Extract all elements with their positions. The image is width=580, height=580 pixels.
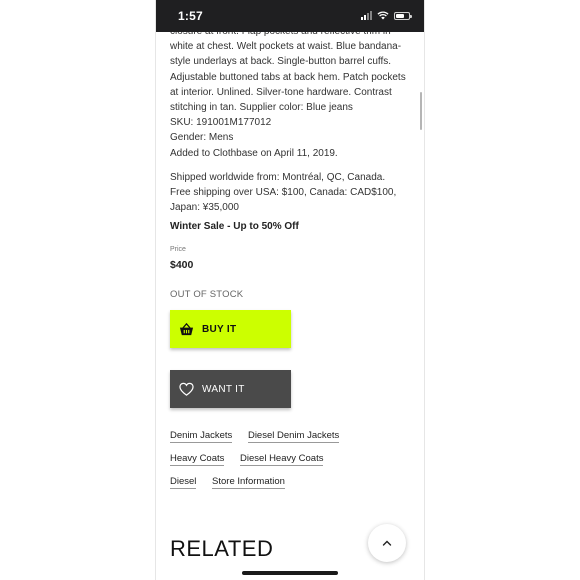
want-it-label: WANT IT — [202, 383, 245, 395]
status-icons — [361, 11, 412, 20]
scroll-to-top-button[interactable] — [368, 524, 406, 562]
home-indicator[interactable] — [242, 571, 338, 575]
wifi-icon — [377, 11, 389, 20]
tag-link[interactable]: Diesel Denim Jackets — [247, 430, 340, 443]
tag-link[interactable]: Denim Jackets — [170, 430, 233, 443]
sale-banner: Winter Sale - Up to 50% Off — [170, 220, 299, 232]
description-line: white at chest. Welt pockets at waist. B… — [170, 41, 402, 53]
tag-row: Heavy Coats Diesel Heavy Coats — [170, 453, 410, 476]
cellular-signal-icon — [361, 11, 372, 20]
scrollbar[interactable] — [420, 92, 422, 130]
gender: Gender: Mens — [170, 132, 234, 144]
sku: SKU: 191001M177012 — [170, 117, 272, 129]
battery-icon — [394, 11, 412, 20]
related-heading: RELATED — [170, 536, 274, 561]
added-date: Added to Clothbase on April 11, 2019. — [170, 147, 338, 159]
description-line: at interior. Unlined. Silver-tone hardwa… — [170, 86, 392, 98]
status-bar: 1:57 — [156, 0, 424, 32]
basket-icon — [179, 322, 194, 335]
description-line: Adjustable buttoned tabs at back hem. Pa… — [170, 71, 406, 83]
tag-link[interactable]: Heavy Coats — [170, 453, 225, 466]
price-value: $400 — [170, 259, 194, 271]
description-line: stitching in tan. Supplier color: Blue j… — [170, 102, 353, 114]
shipping-line: Free shipping over USA: $100, Canada: CA… — [170, 186, 397, 198]
shipping-line: Shipped worldwide from: Montréal, QC, Ca… — [170, 171, 386, 183]
shipping-line: Japan: ¥35,000 — [170, 201, 239, 213]
tag-row: Denim Jackets Diesel Denim Jackets — [170, 430, 410, 453]
status-time: 1:57 — [178, 9, 203, 23]
heart-icon — [179, 382, 194, 396]
phone-screen: 1:57 closure at front. Flap pockets and … — [156, 0, 424, 580]
price-label: Price — [170, 246, 186, 253]
tag-link[interactable]: Diesel Heavy Coats — [240, 453, 324, 466]
tag-link[interactable]: Store Information — [212, 476, 285, 489]
buy-it-label: BUY IT — [202, 323, 237, 335]
tag-link[interactable]: Diesel — [170, 476, 197, 489]
buy-it-button[interactable]: BUY IT — [170, 310, 291, 348]
want-it-button[interactable]: WANT IT — [170, 370, 291, 408]
stock-status: OUT OF STOCK — [170, 289, 244, 300]
product-description: closure at front. Flap pockets and refle… — [170, 24, 416, 161]
tag-row: Diesel Store Information — [170, 476, 410, 499]
description-line: style underlays at back. Single-button b… — [170, 56, 392, 68]
category-links: Denim Jackets Diesel Denim Jackets Heavy… — [170, 430, 410, 499]
chevron-up-icon — [382, 540, 392, 546]
product-details: closure at front. Flap pockets and refle… — [170, 24, 416, 232]
shipping-info: Shipped worldwide from: Montréal, QC, Ca… — [170, 170, 416, 215]
